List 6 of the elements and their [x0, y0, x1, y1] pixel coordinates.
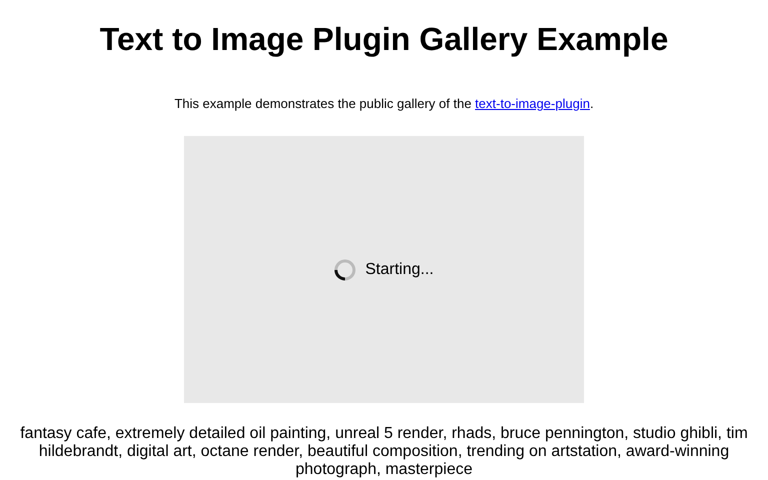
- prompt-caption: fantasy cafe, extremely detailed oil painting, unreal 5 render, rhads, bruce pennington, studio ghibli, tim hildebrandt, digital art, octane render, beautiful composition, trending on artstation, award-winning photograph, masterpiece: [19, 425, 749, 479]
- status-text: Starting...: [365, 260, 434, 278]
- loading-spinner-icon: [334, 258, 356, 280]
- intro-text: This example demonstrates the public gallery of the text-to-image-plugin.: [174, 96, 594, 112]
- plugin-link[interactable]: text-to-image-plugin: [475, 96, 590, 111]
- page-title: Text to Image Plugin Gallery Example: [100, 21, 668, 58]
